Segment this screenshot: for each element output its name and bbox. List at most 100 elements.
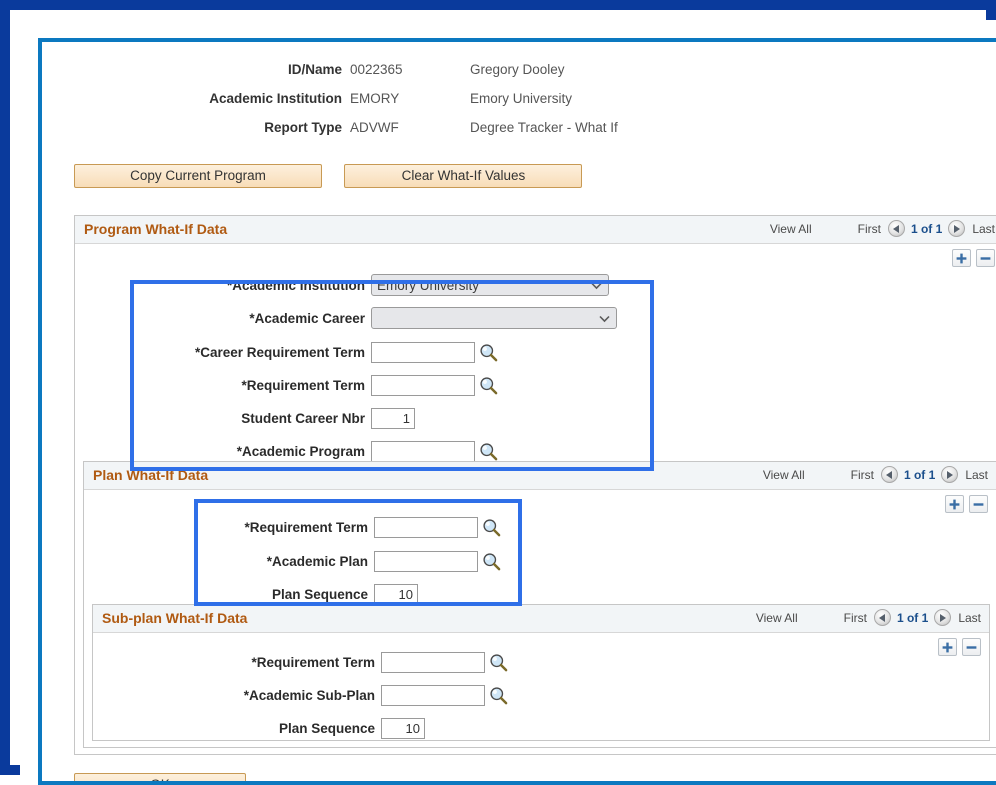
info-value-institution-code: EMORY — [350, 91, 400, 106]
subplan-pager: View All First 1 of 1 Last — [756, 609, 981, 626]
program-what-if-panel: Program What-If Data View All First 1 of… — [74, 215, 996, 755]
program-academic-program-input[interactable] — [371, 440, 475, 462]
program-first-link[interactable]: First — [858, 222, 881, 236]
row-program-student-career-nbr: Student Career Nbr — [75, 405, 415, 431]
info-value-name: Gregory Dooley — [470, 62, 565, 77]
info-label-academic-institution: Academic Institution — [209, 91, 342, 106]
plan-pager: View All First 1 of 1 Last — [763, 466, 988, 483]
label-plan-sequence: Plan Sequence — [271, 586, 368, 602]
plan-sequence-input[interactable] — [374, 583, 418, 605]
program-prev-arrow-icon[interactable] — [887, 220, 905, 237]
label-program-career-requirement-term: *Career Requirement Term — [194, 344, 365, 360]
plan-academic-plan-input[interactable] — [374, 550, 478, 572]
action-button-row: Copy Current Program Clear What-If Value… — [74, 164, 583, 188]
plan-what-if-panel: Plan What-If Data View All First 1 of 1 … — [83, 461, 996, 748]
info-value-report-type-desc: Degree Tracker - What If — [470, 120, 618, 135]
program-academic-program-lookup-magnifier-icon[interactable] — [479, 442, 498, 461]
plan-requirement-term-lookup-magnifier-icon[interactable] — [482, 518, 501, 537]
program-career-requirement-term-input[interactable] — [371, 341, 475, 363]
program-requirement-term-input[interactable] — [371, 374, 475, 396]
program-next-arrow-icon[interactable] — [948, 220, 966, 237]
label-program-requirement-term: *Requirement Term — [241, 377, 365, 393]
row-program-academic-career: *Academic Career — [75, 305, 617, 331]
info-row-academic-institution: Academic Institution EMORY Emory Univers… — [60, 91, 996, 120]
subplan-requirement-term-input[interactable] — [381, 651, 485, 673]
copy-current-program-button[interactable]: Copy Current Program — [74, 164, 322, 188]
program-page-counter: 1 of 1 — [910, 221, 943, 236]
subplan-page-counter: 1 of 1 — [896, 610, 929, 625]
page-content: ID/Name 0022365 Gregory Dooley Academic … — [60, 60, 996, 781]
subplan-prev-arrow-icon[interactable] — [873, 609, 891, 626]
program-student-career-nbr-input[interactable] — [371, 407, 415, 429]
info-label-report-type: Report Type — [264, 120, 342, 135]
row-program-academic-institution: *Academic Institution Emory University — [75, 272, 609, 298]
plan-last-link[interactable]: Last — [965, 468, 988, 482]
subplan-last-link[interactable]: Last — [958, 611, 981, 625]
program-last-link[interactable]: Last — [972, 222, 995, 236]
program-view-all-link[interactable]: View All — [770, 222, 812, 236]
row-subplan-academic-sub-plan: *Academic Sub-Plan — [93, 682, 508, 708]
label-subplan-requirement-term: *Requirement Term — [251, 654, 375, 670]
row-plan-requirement-term: *Requirement Term — [84, 514, 501, 540]
row-plan-academic-plan: *Academic Plan — [84, 548, 501, 574]
program-delete-row-minus-icon[interactable] — [976, 249, 995, 267]
subplan-delete-row-minus-icon[interactable] — [962, 638, 981, 656]
plan-academic-plan-lookup-magnifier-icon[interactable] — [482, 552, 501, 571]
plan-first-link[interactable]: First — [851, 468, 874, 482]
program-panel-header: Program What-If Data View All First 1 of… — [75, 216, 996, 244]
window-border-gap: ID/Name 0022365 Gregory Dooley Academic … — [20, 20, 996, 785]
plan-view-all-link[interactable]: View All — [763, 468, 805, 482]
info-row-id-name: ID/Name 0022365 Gregory Dooley — [60, 62, 996, 91]
subplan-requirement-term-lookup-magnifier-icon[interactable] — [489, 653, 508, 672]
label-program-academic-career: *Academic Career — [249, 310, 365, 326]
window-outer-border: ID/Name 0022365 Gregory Dooley Academic … — [0, 0, 996, 785]
label-plan-requirement-term: *Requirement Term — [244, 519, 368, 535]
program-pager: View All First 1 of 1 Last — [770, 220, 995, 237]
subplan-what-if-panel: Sub-plan What-If Data View All First 1 o… — [92, 604, 990, 741]
subplan-row-buttons — [938, 638, 981, 656]
subplan-academic-sub-plan-lookup-magnifier-icon[interactable] — [489, 686, 508, 705]
program-academic-career-select[interactable] — [371, 307, 617, 329]
subplan-academic-sub-plan-input[interactable] — [381, 684, 485, 706]
program-academic-institution-select[interactable]: Emory University — [371, 274, 609, 296]
info-value-id: 0022365 — [350, 62, 403, 77]
subplan-view-all-link[interactable]: View All — [756, 611, 798, 625]
program-panel-title: Program What-If Data — [84, 221, 228, 237]
plan-prev-arrow-icon[interactable] — [880, 466, 898, 483]
plan-requirement-term-input[interactable] — [374, 516, 478, 538]
program-career-requirement-term-lookup-magnifier-icon[interactable] — [479, 343, 498, 362]
label-program-student-career-nbr: Student Career Nbr — [241, 410, 365, 426]
subplan-sequence-input[interactable] — [381, 717, 425, 739]
program-requirement-term-lookup-magnifier-icon[interactable] — [479, 376, 498, 395]
chevron-down-icon — [591, 278, 602, 293]
row-subplan-requirement-term: *Requirement Term — [93, 649, 508, 675]
row-subplan-sequence: Plan Sequence — [93, 715, 425, 741]
program-academic-institution-value: Emory University — [377, 277, 480, 293]
row-program-requirement-term: *Requirement Term — [75, 372, 498, 398]
plan-delete-row-minus-icon[interactable] — [969, 495, 988, 513]
subplan-panel-header: Sub-plan What-If Data View All First 1 o… — [93, 605, 989, 633]
plan-add-row-plus-icon[interactable] — [945, 495, 964, 513]
clear-what-if-values-button[interactable]: Clear What-If Values — [344, 164, 583, 188]
subplan-add-row-plus-icon[interactable] — [938, 638, 957, 656]
chevron-down-icon — [599, 311, 610, 326]
label-program-academic-institution: *Academic Institution — [226, 277, 365, 293]
plan-next-arrow-icon[interactable] — [941, 466, 959, 483]
student-info-block: ID/Name 0022365 Gregory Dooley Academic … — [60, 60, 996, 149]
label-program-academic-program: *Academic Program — [236, 443, 365, 459]
window-inner-border: ID/Name 0022365 Gregory Dooley Academic … — [38, 38, 996, 785]
label-plan-academic-plan: *Academic Plan — [266, 553, 368, 569]
subplan-panel-title: Sub-plan What-If Data — [102, 610, 248, 626]
program-add-row-plus-icon[interactable] — [952, 249, 971, 267]
label-subplan-academic-sub-plan: *Academic Sub-Plan — [243, 687, 375, 703]
plan-row-buttons — [945, 495, 988, 513]
info-row-report-type: Report Type ADVWF Degree Tracker - What … — [60, 120, 996, 149]
subplan-first-link[interactable]: First — [844, 611, 867, 625]
plan-page-counter: 1 of 1 — [903, 467, 936, 482]
info-label-id-name: ID/Name — [287, 62, 342, 77]
plan-panel-header: Plan What-If Data View All First 1 of 1 … — [84, 462, 996, 490]
label-subplan-sequence: Plan Sequence — [278, 720, 375, 736]
program-row-buttons — [952, 249, 995, 267]
subplan-next-arrow-icon[interactable] — [934, 609, 952, 626]
info-value-institution-name: Emory University — [470, 91, 573, 106]
